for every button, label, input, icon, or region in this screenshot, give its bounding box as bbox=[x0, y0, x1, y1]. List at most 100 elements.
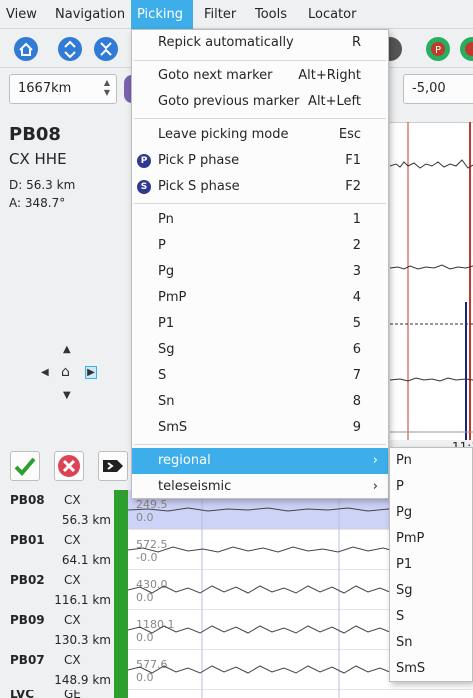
menu-filter[interactable]: Filter bbox=[198, 0, 242, 29]
nav-right-icon[interactable]: ▶ bbox=[85, 366, 97, 379]
row-network: CX bbox=[64, 533, 81, 547]
trace-navigation: ▲ ◀ ⌂ ▶ ▼ bbox=[38, 340, 102, 404]
submenu-item-sg[interactable]: Sg bbox=[396, 578, 472, 604]
reject-button[interactable] bbox=[54, 451, 84, 481]
menu-locator[interactable]: Locator bbox=[302, 0, 362, 29]
submenu-item-p1[interactable]: P1 bbox=[396, 552, 472, 578]
station-distance: D: 56.3 km bbox=[9, 178, 76, 192]
menu-item-shortcut: 6 bbox=[352, 342, 361, 357]
collapse-icon[interactable] bbox=[92, 35, 120, 63]
menu-item-regional[interactable]: regional › bbox=[132, 448, 388, 474]
submenu-item-sms[interactable]: SmS bbox=[396, 656, 472, 682]
up-arrow-icon[interactable] bbox=[56, 35, 84, 63]
menu-item-label: Repick automatically bbox=[158, 35, 294, 50]
picking-menu: Repick automatically R Goto next marker … bbox=[131, 29, 389, 499]
menu-item-label: Goto previous marker bbox=[158, 94, 300, 109]
row-station-code: PB09 bbox=[10, 613, 45, 627]
row-distance: 148.9 km bbox=[54, 673, 111, 687]
nav-left-icon[interactable]: ◀ bbox=[41, 367, 49, 378]
row-station-code: PB07 bbox=[10, 653, 45, 667]
menu-separator bbox=[134, 118, 386, 119]
row-status-bar bbox=[114, 610, 128, 650]
menu-item-label: teleseismic bbox=[158, 479, 232, 494]
row-status-bar bbox=[114, 530, 128, 570]
pick-s-icon[interactable] bbox=[458, 35, 473, 63]
row-distance: 130.3 km bbox=[54, 633, 111, 647]
row-status-bar bbox=[114, 650, 128, 690]
menu-item-phase-s[interactable]: S 7 bbox=[132, 363, 388, 389]
row-distance: 116.1 km bbox=[54, 593, 111, 607]
menu-item-shortcut: 4 bbox=[352, 290, 361, 305]
menu-navigation[interactable]: Navigation bbox=[49, 0, 131, 29]
submenu-item-pmp[interactable]: PmP bbox=[396, 526, 472, 552]
nav-down-icon[interactable]: ▼ bbox=[63, 390, 71, 401]
submenu-item-s[interactable]: S bbox=[396, 604, 472, 630]
menu-tools[interactable]: Tools bbox=[249, 0, 293, 29]
row-network: CX bbox=[64, 573, 81, 587]
nav-home-icon[interactable]: ⌂ bbox=[61, 364, 70, 380]
regional-submenu: Pn P Pg PmP P1 Sg S Sn SmS bbox=[389, 447, 473, 682]
menu-separator bbox=[134, 203, 386, 204]
station-azimuth: A: 348.7° bbox=[9, 196, 66, 210]
menu-item-repick[interactable]: Repick automatically R bbox=[132, 30, 388, 56]
amplitude-value: -5,00 bbox=[412, 81, 446, 96]
row-station-code: PB01 bbox=[10, 533, 45, 547]
menu-item-label: Pick S phase bbox=[158, 179, 240, 194]
row-distance: 56.3 km bbox=[61, 513, 111, 527]
row-network: CX bbox=[64, 613, 81, 627]
menu-item-phase-sg[interactable]: Sg 6 bbox=[132, 337, 388, 363]
menu-item-label: Pick P phase bbox=[158, 153, 240, 168]
menu-view[interactable]: View bbox=[0, 0, 43, 29]
menu-item-shortcut: 2 bbox=[352, 238, 361, 253]
menu-item-label: PmP bbox=[158, 290, 187, 305]
menu-item-teleseismic[interactable]: teleseismic › bbox=[132, 474, 388, 500]
submenu-item-sn[interactable]: Sn bbox=[396, 630, 472, 656]
chevron-right-icon: › bbox=[372, 479, 378, 494]
pick-s-icon: S bbox=[137, 180, 151, 194]
menu-item-label: Pn bbox=[158, 212, 174, 227]
home-icon[interactable] bbox=[12, 35, 40, 63]
zoom-trace-view[interactable] bbox=[389, 121, 473, 440]
menu-item-shortcut: 7 bbox=[352, 368, 361, 383]
menu-item-goto-next[interactable]: Goto next marker Alt+Right bbox=[132, 63, 388, 89]
menu-item-phase-sms[interactable]: SmS 9 bbox=[132, 415, 388, 441]
distance-spinbox[interactable]: 1667km ▲ ▼ bbox=[9, 74, 117, 104]
menu-separator bbox=[134, 444, 386, 445]
menu-item-label: S bbox=[158, 368, 167, 383]
menu-item-phase-pg[interactable]: Pg 3 bbox=[132, 259, 388, 285]
menu-item-phase-pn[interactable]: Pn 1 bbox=[132, 207, 388, 233]
distance-value: 1667km bbox=[18, 81, 72, 96]
menu-item-pick-s[interactable]: S Pick S phase F2 bbox=[132, 174, 388, 200]
menu-item-leave-picking[interactable]: Leave picking mode Esc bbox=[132, 122, 388, 148]
relocate-button[interactable] bbox=[98, 451, 128, 481]
menu-item-shortcut: 9 bbox=[352, 420, 361, 435]
menu-item-phase-p1[interactable]: P1 5 bbox=[132, 311, 388, 337]
menu-item-label: Sn bbox=[158, 394, 175, 409]
accept-button[interactable] bbox=[10, 451, 40, 481]
menu-item-label: P1 bbox=[158, 316, 175, 331]
pick-p-icon[interactable]: P bbox=[424, 35, 452, 63]
nav-up-icon[interactable]: ▲ bbox=[63, 344, 71, 355]
menu-separator bbox=[134, 60, 386, 61]
menu-item-goto-prev[interactable]: Goto previous marker Alt+Left bbox=[132, 89, 388, 115]
submenu-item-pg[interactable]: Pg bbox=[396, 500, 472, 526]
spin-arrows-icon[interactable]: ▲ ▼ bbox=[104, 78, 110, 98]
menu-item-phase-pmp[interactable]: PmP 4 bbox=[132, 285, 388, 311]
menu-item-shortcut: 5 bbox=[352, 316, 361, 331]
submenu-item-pn[interactable]: Pn bbox=[396, 448, 472, 474]
menu-item-phase-p[interactable]: P 2 bbox=[132, 233, 388, 259]
row-network: CX bbox=[64, 653, 81, 667]
menu-item-label: Goto next marker bbox=[158, 68, 273, 83]
menu-item-phase-sn[interactable]: Sn 8 bbox=[132, 389, 388, 415]
menu-item-label: Pg bbox=[158, 264, 175, 279]
menubar: View Navigation Picking Filter Tools Loc… bbox=[0, 0, 473, 29]
menu-item-label: SmS bbox=[158, 420, 188, 435]
menu-item-pick-p[interactable]: P Pick P phase F1 bbox=[132, 148, 388, 174]
submenu-item-p[interactable]: P bbox=[396, 474, 472, 500]
menu-item-shortcut: 8 bbox=[352, 394, 361, 409]
row-distance: 64.1 km bbox=[61, 553, 111, 567]
menu-item-label: Sg bbox=[158, 342, 175, 357]
menu-item-shortcut: F2 bbox=[345, 179, 361, 194]
amplitude-spinbox[interactable]: -5,00 bbox=[403, 74, 473, 104]
menu-picking[interactable]: Picking bbox=[131, 0, 193, 29]
